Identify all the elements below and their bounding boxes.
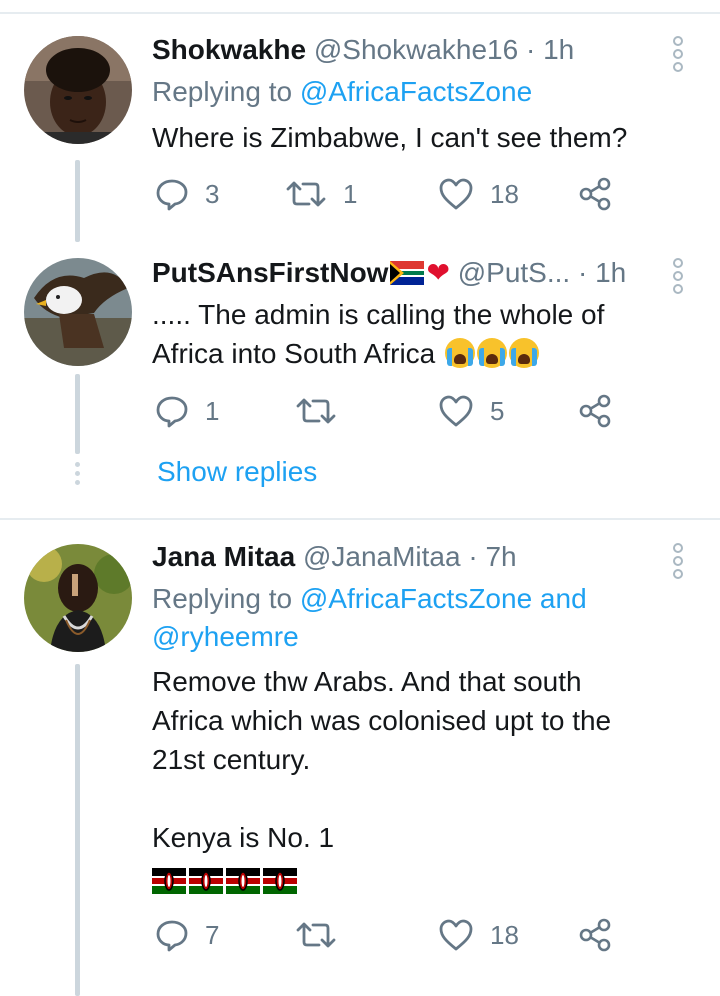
retweet-button[interactable] xyxy=(295,915,353,955)
show-replies-link[interactable]: Show replies xyxy=(157,456,317,488)
reply-button[interactable]: 3 xyxy=(155,174,219,214)
mention-link[interactable]: @AfricaFactsZone and xyxy=(300,583,587,614)
tweet-actions: 3 1 18 xyxy=(155,174,625,214)
more-options-icon[interactable] xyxy=(673,258,685,297)
replying-to-label: Replying to xyxy=(152,76,300,107)
tweet-text: Where is Zimbabwe, I can't see them? xyxy=(152,122,628,153)
like-count: 18 xyxy=(490,178,519,209)
replying-to: Replying to @AfricaFactsZone xyxy=(152,73,532,111)
kenya-flags xyxy=(152,859,692,898)
avatar[interactable] xyxy=(24,544,132,652)
south-africa-flag-icon xyxy=(390,261,425,285)
kenya-flag-icon xyxy=(152,867,186,894)
tweet-text-line: Africa which was colonised upt to the xyxy=(152,705,612,736)
retweet-icon xyxy=(296,398,336,424)
reply-icon xyxy=(156,396,188,428)
heart-icon xyxy=(439,178,473,210)
kenya-flag-icon xyxy=(226,867,260,894)
thread-divider xyxy=(0,518,720,520)
reply-count: 1 xyxy=(205,395,220,426)
user-handle[interactable]: @PutS... xyxy=(458,257,570,288)
reply-button[interactable]: 7 xyxy=(155,915,219,955)
tweet-text: Remove thw Arabs. And that south Africa … xyxy=(152,662,692,898)
reply-count: 7 xyxy=(205,919,220,950)
display-name[interactable]: Shokwakhe xyxy=(152,34,306,65)
user-handle[interactable]: @Shokwakhe16 xyxy=(314,34,518,65)
tweet-text-line: ..... The admin is calling the whole of xyxy=(152,299,605,330)
thread-line xyxy=(75,664,80,996)
more-options-icon[interactable] xyxy=(673,36,685,75)
crying-face-icon xyxy=(509,338,540,368)
avatar[interactable] xyxy=(24,258,132,366)
thread-line xyxy=(75,160,80,242)
like-button[interactable]: 5 xyxy=(438,391,504,431)
tweet-header: PutSAnsFirstNow ❤ @PutS... · 1h xyxy=(152,256,626,290)
tweet-text: ..... The admin is calling the whole of … xyxy=(152,295,692,373)
red-heart-icon: ❤ xyxy=(426,257,450,288)
timestamp[interactable]: 1h xyxy=(543,34,574,65)
tweet-text-line: Africa into South Africa xyxy=(152,334,692,373)
share-icon xyxy=(579,918,611,952)
retweet-icon xyxy=(296,922,336,948)
tweet-actions: 1 5 xyxy=(155,391,625,431)
share-button[interactable] xyxy=(578,391,612,431)
thread-continuation-dots xyxy=(75,462,80,489)
like-button[interactable]: 18 xyxy=(438,915,519,955)
timestamp[interactable]: 1h xyxy=(595,257,626,288)
thread-line xyxy=(75,374,80,454)
heart-icon xyxy=(439,919,473,951)
mention-link[interactable]: @ryheemre xyxy=(152,621,299,652)
share-icon xyxy=(579,177,611,211)
top-divider xyxy=(0,12,720,14)
separator-dot: · xyxy=(468,541,478,572)
separator-dot: · xyxy=(577,257,588,288)
replying-to: Replying to @AfricaFactsZone and @ryheem… xyxy=(152,580,587,656)
retweet-button[interactable]: 1 xyxy=(285,174,357,214)
reply-button[interactable]: 1 xyxy=(155,391,219,431)
retweet-icon xyxy=(286,181,326,207)
mention-link[interactable]: @AfricaFactsZone xyxy=(300,76,532,107)
like-button[interactable]: 18 xyxy=(438,174,519,214)
tweet-header: Jana Mitaa @JanaMitaa · 7h xyxy=(152,540,517,574)
like-count: 18 xyxy=(490,919,519,950)
tweet-text-line: Kenya is No. 1 xyxy=(152,822,335,853)
share-icon xyxy=(579,394,611,428)
timestamp[interactable]: 7h xyxy=(485,541,516,572)
reply-count: 3 xyxy=(205,178,220,209)
reply-icon xyxy=(156,179,188,211)
more-options-icon[interactable] xyxy=(673,543,685,582)
display-name[interactable]: PutSAnsFirstNow ❤ xyxy=(152,257,450,288)
kenya-flag-icon xyxy=(263,867,297,894)
crying-face-icon xyxy=(445,338,476,368)
retweet-count: 1 xyxy=(343,178,358,209)
share-button[interactable] xyxy=(578,174,612,214)
tweet-actions: 7 18 xyxy=(155,915,625,955)
kenya-flag-icon xyxy=(189,867,223,894)
share-button[interactable] xyxy=(578,915,612,955)
tweet-header: Shokwakhe @Shokwakhe16 · 1h xyxy=(152,33,574,67)
reply-icon xyxy=(156,920,188,952)
crying-face-icon xyxy=(477,338,508,368)
replying-to-label: Replying to xyxy=(152,583,300,614)
display-name[interactable]: Jana Mitaa xyxy=(152,541,295,572)
tweet-text-line: 21st century. xyxy=(152,744,311,775)
avatar[interactable] xyxy=(24,36,132,144)
like-count: 5 xyxy=(490,395,505,426)
retweet-button[interactable] xyxy=(295,391,353,431)
separator-dot: · xyxy=(525,34,536,65)
tweet-text-line: Remove thw Arabs. And that south xyxy=(152,666,582,697)
heart-icon xyxy=(439,395,473,427)
user-handle[interactable]: @JanaMitaa xyxy=(303,541,461,572)
